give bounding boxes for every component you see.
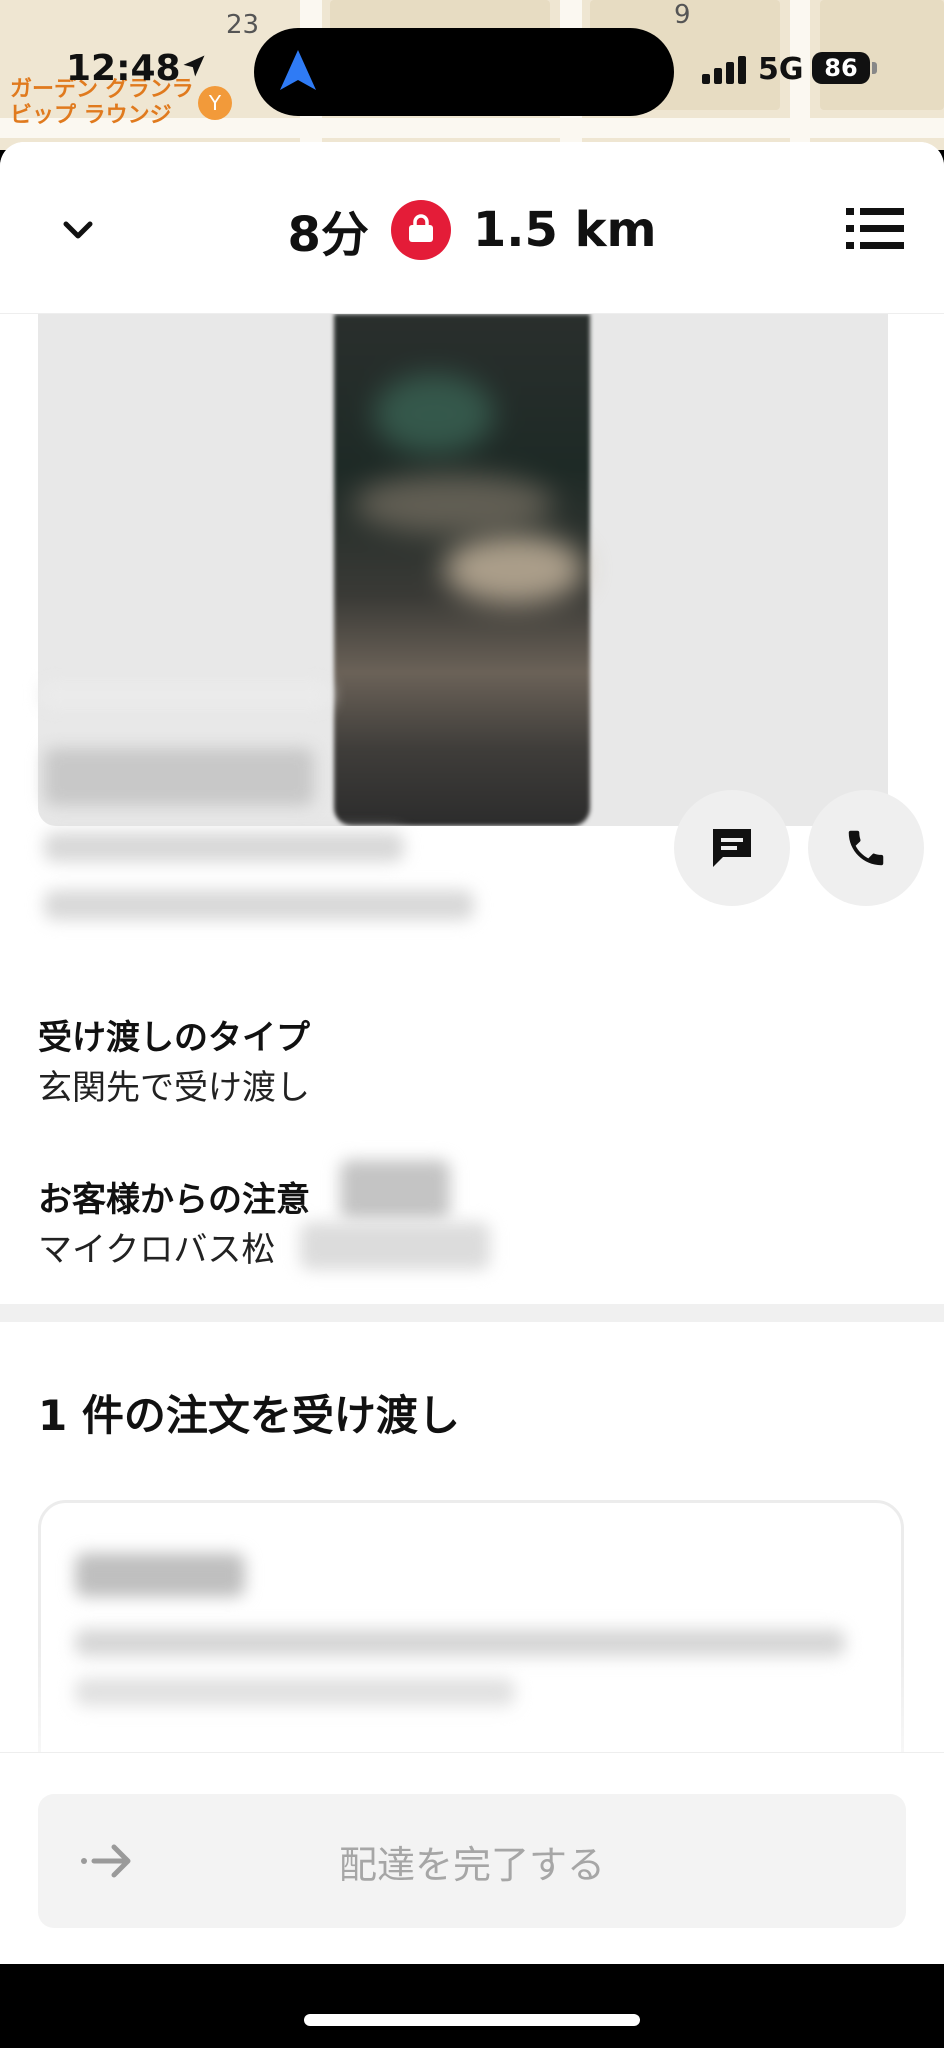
dropoff-photo[interactable] [334,314,590,826]
home-indicator[interactable] [304,2014,640,2026]
status-time: 12:48 [66,48,181,89]
section-divider [0,1304,944,1322]
battery-level: 86 [812,52,870,84]
location-arrow-icon [183,55,205,77]
notes-value-redacted [300,1222,490,1270]
phone-icon [848,830,884,866]
customer-notes-value: マイクロバス松 [38,1230,276,1270]
complete-delivery-button[interactable]: 配達を完了する [38,1794,906,1928]
orders-title: 1 件の注文を受け渡し [38,1391,460,1440]
handoff-type-label: 受け渡しのタイプ [38,1018,310,1058]
complete-delivery-label: 配達を完了する [338,1843,605,1887]
trip-summary: 8分 1.5 km [0,190,944,270]
delivery-sheet: 8分 1.5 km 受け渡しのタイプ 玄関先で受け渡し お客様からの注意 マイク… [0,142,944,1964]
customer-name-redacted [44,748,314,806]
navigation-arrow-icon [280,50,316,90]
battery-tip [872,62,877,74]
map-poi-name-line2: ビップ ラウンジ [10,103,172,128]
customer-detail-redacted [44,832,404,862]
customer-address-redacted [44,890,474,920]
signal-strength-icon [702,56,746,84]
sheet-header: 8分 1.5 km [0,142,944,314]
order-name-redacted [75,1553,245,1597]
shopping-bag-icon [390,200,451,260]
handoff-type-value: 玄関先で受け渡し [38,1068,310,1108]
network-type: 5G [758,52,804,87]
map-block-number: 9 [674,0,691,30]
customer-notes-label: お客様からの注意 [38,1180,310,1220]
chat-icon [713,829,751,867]
message-customer-button[interactable] [674,790,790,906]
call-customer-button[interactable] [808,790,924,906]
map-block-number: 23 [226,10,260,40]
customer-tag-redacted [40,682,330,708]
eta-time: 8分 [287,207,369,263]
notes-label-redacted [340,1160,450,1220]
cocktail-icon[interactable]: Y [198,86,232,120]
trip-distance: 1.5 km [472,202,657,258]
list-icon[interactable] [846,204,904,254]
